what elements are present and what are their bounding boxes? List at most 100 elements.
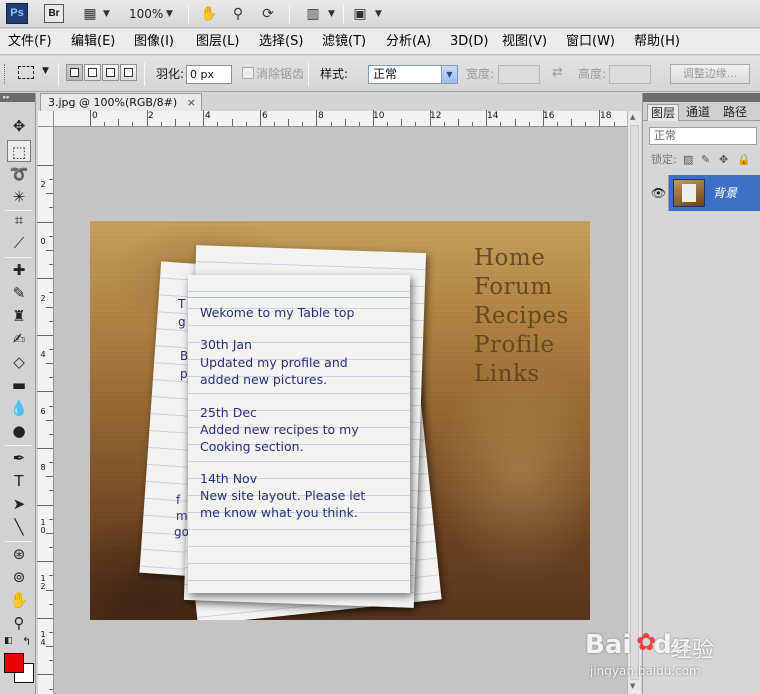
ruler-label: 2 (40, 294, 46, 303)
blend-mode-select[interactable]: 正常 (649, 127, 757, 145)
menu-file[interactable]: 文件(F) (8, 33, 52, 51)
add-to-selection-button[interactable] (84, 64, 101, 81)
layer-row-background[interactable]: 👁 背景 (649, 175, 760, 211)
gradient-tool-icon[interactable]: ▬ (7, 374, 31, 396)
ruler-tick (46, 419, 53, 421)
menu-view[interactable]: 视图(V) (502, 33, 547, 51)
menu-analysis[interactable]: 分析(A) (386, 33, 431, 51)
foreground-color-swatch[interactable] (4, 653, 24, 673)
panel-header[interactable] (643, 93, 760, 102)
document-vertical-scrollbar[interactable]: ▲ ▼ (627, 111, 641, 694)
pen-tool-icon[interactable]: ✒ (7, 447, 31, 469)
hand-tool-icon[interactable]: ✋ (7, 589, 31, 611)
layers-panel: 图层 通道 路径 正常 锁定: ▨ ✎ ✥ 🔒 👁 背景 (642, 93, 760, 694)
view-extras-dropdown-icon[interactable]: ▼ (103, 4, 110, 24)
lasso-tool-icon[interactable]: ➰ (7, 163, 31, 185)
options-bar-grip[interactable] (4, 64, 6, 84)
subtract-from-selection-button[interactable] (102, 64, 119, 81)
height-input[interactable] (609, 65, 651, 84)
zoom-dropdown-icon[interactable]: ▼ (166, 4, 173, 24)
canvas-image[interactable]: T g B p f m go Wekome to my Table top 30… (90, 221, 590, 620)
swap-width-height-icon[interactable]: ⇄ (552, 65, 563, 80)
clone-stamp-tool-icon[interactable]: ♜ (7, 305, 31, 327)
menu-image[interactable]: 图像(I) (134, 33, 174, 51)
lock-pixels-icon[interactable]: ✎ (701, 153, 710, 167)
hand-tool-icon[interactable]: ✋ (199, 4, 219, 24)
zoom-tool-icon[interactable]: ⚲ (228, 4, 248, 24)
ruler-tick (613, 122, 615, 126)
width-input[interactable] (498, 65, 540, 84)
zoom-tool-icon[interactable]: ⚲ (7, 612, 31, 634)
scroll-up-icon[interactable]: ▲ (630, 113, 635, 121)
ruler-tick (49, 264, 53, 266)
blur-tool-icon[interactable]: 💧 (7, 397, 31, 419)
ruler-tick (231, 119, 233, 126)
tools-panel-collapse-icon[interactable]: ▸▸ (0, 93, 35, 102)
document-tab[interactable]: 3.jpg @ 100%(RGB/8#) × (40, 93, 202, 111)
rectangular-marquee-tool-icon[interactable]: ⬚ (7, 140, 31, 162)
menu-help[interactable]: 帮助(H) (634, 33, 680, 51)
menu-3d[interactable]: 3D(D) (450, 33, 488, 51)
rectangular-marquee-preset-icon[interactable] (18, 66, 34, 79)
menu-filter[interactable]: 滤镜(T) (322, 33, 366, 51)
arrange-documents-icon[interactable]: ▥ (303, 4, 323, 24)
menu-window[interactable]: 窗口(W) (566, 33, 615, 51)
intersect-selection-button[interactable] (120, 64, 137, 81)
dodge-tool-icon[interactable]: ● (7, 420, 31, 442)
ruler-tick (528, 122, 530, 126)
tool-preset-dropdown-icon[interactable]: ▼ (42, 66, 49, 76)
feather-input[interactable]: 0 px (186, 65, 232, 84)
tab-channels[interactable]: 通道 (683, 104, 713, 121)
note-date: 25th Dec (200, 405, 257, 420)
horizontal-ruler[interactable]: 0 2 4 6 8 10 12 14 16 18 (54, 110, 641, 127)
3d-orbit-tool-icon[interactable]: ⊚ (7, 566, 31, 588)
zoom-level[interactable]: 100% (129, 4, 163, 24)
screen-mode-dropdown-icon[interactable]: ▼ (375, 4, 382, 24)
swap-colors-icon[interactable]: ↰ (22, 635, 31, 648)
new-selection-button[interactable] (66, 64, 83, 81)
tab-paths[interactable]: 路径 (720, 104, 750, 121)
note-heading: Wekome to my Table top (200, 305, 355, 320)
antialias-checkbox[interactable] (242, 67, 254, 79)
menu-edit[interactable]: 编辑(E) (71, 33, 115, 51)
spot-healing-tool-icon[interactable]: ✚ (7, 259, 31, 281)
scroll-down-icon[interactable]: ▼ (630, 682, 635, 690)
visibility-eye-icon[interactable]: 👁 (649, 175, 669, 211)
path-selection-tool-icon[interactable]: ➤ (7, 493, 31, 515)
magic-wand-tool-icon[interactable]: ✳ (7, 186, 31, 208)
eraser-tool-icon[interactable]: ◇ (7, 351, 31, 373)
style-select-value: 正常 (373, 67, 398, 81)
menu-layer[interactable]: 图层(L) (196, 33, 239, 51)
type-tool-icon[interactable]: T (7, 470, 31, 492)
move-tool-icon[interactable]: ✥ (7, 115, 31, 137)
lock-position-icon[interactable]: ✥ (719, 153, 728, 167)
scrollbar-thumb[interactable] (630, 125, 639, 680)
ruler-label: 8 (318, 111, 324, 121)
ruler-tick (49, 433, 53, 435)
ruler-origin[interactable] (38, 111, 54, 127)
separator (144, 62, 145, 86)
vertical-ruler[interactable]: 2 0 2 4 6 8 1 0 1 2 1 4 (37, 127, 54, 694)
lock-all-icon[interactable]: 🔒 (737, 153, 751, 167)
bridge-launch-button[interactable]: Br (44, 4, 64, 23)
3d-rotate-tool-icon[interactable]: ⊛ (7, 543, 31, 565)
close-icon[interactable]: × (187, 94, 196, 111)
style-select[interactable]: 正常 ▼ (368, 65, 458, 84)
ruler-tick (46, 249, 53, 251)
eyedropper-tool-icon[interactable]: ⟋ (7, 232, 31, 254)
refine-edge-button[interactable]: 调整边缘... (670, 64, 750, 84)
history-brush-tool-icon[interactable]: ✍ (7, 328, 31, 350)
view-extras-icon[interactable]: ▦ (80, 4, 100, 24)
default-colors-icon[interactable]: ◧ (4, 636, 13, 646)
lock-transparency-icon[interactable]: ▨ (683, 153, 693, 167)
tab-layers[interactable]: 图层 (647, 104, 680, 121)
line-tool-icon[interactable]: ╲ (7, 516, 31, 538)
arrange-dropdown-icon[interactable]: ▼ (328, 4, 335, 24)
width-label: 宽度: (466, 67, 495, 81)
brush-tool-icon[interactable]: ✎ (7, 282, 31, 304)
screen-mode-icon[interactable]: ▣ (350, 4, 370, 24)
rotate-view-icon[interactable]: ⟳ (258, 4, 278, 24)
menu-select[interactable]: 选择(S) (259, 33, 303, 51)
panel-tabs: 图层 通道 路径 (643, 102, 760, 121)
crop-tool-icon[interactable]: ⌗ (7, 209, 31, 231)
